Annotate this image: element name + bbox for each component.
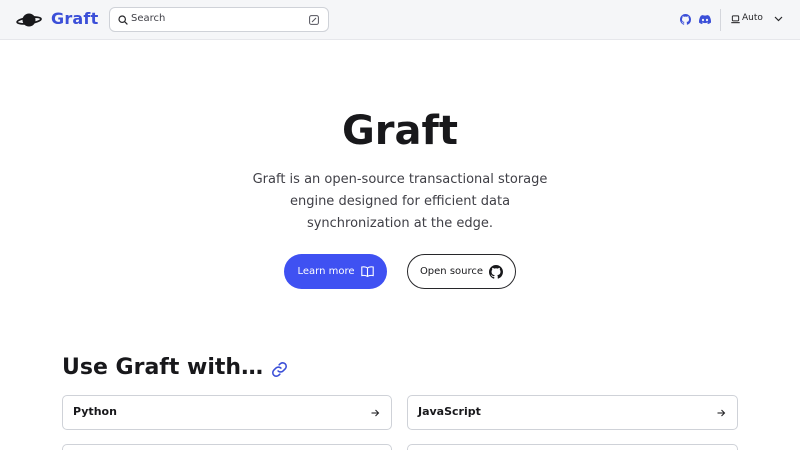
section-heading: Use Graft with…	[62, 355, 288, 380]
search-icon	[118, 15, 128, 25]
card-python[interactable]: Python	[62, 395, 392, 430]
site-header: Graft Search Auto	[0, 0, 800, 40]
github-icon	[489, 264, 504, 279]
theme-select[interactable]: Auto	[731, 11, 789, 27]
github-icon[interactable]	[680, 14, 691, 25]
link-icon[interactable]	[271, 361, 288, 378]
card-label: Python	[73, 405, 117, 418]
planet-logo-icon[interactable]	[16, 10, 42, 30]
discord-icon[interactable]	[699, 14, 711, 25]
header-divider	[720, 9, 721, 31]
page-title: Graft	[341, 108, 459, 154]
arrow-right-icon	[371, 409, 380, 417]
open-source-label: Open source	[419, 266, 484, 277]
section-heading-text: Use Graft with…	[62, 355, 264, 380]
theme-select-value: Auto	[742, 13, 763, 23]
card-partial[interactable]	[62, 444, 392, 450]
chevron-down-icon	[774, 16, 783, 22]
laptop-icon	[731, 15, 740, 24]
keyboard-shortcut-icon	[309, 15, 319, 25]
open-source-button[interactable]: Open source	[407, 254, 516, 289]
hero-tagline: Graft is an open-source transactional st…	[252, 172, 548, 231]
card-partial[interactable]	[407, 444, 738, 450]
brand-name[interactable]: Graft	[51, 9, 98, 28]
search-placeholder: Search	[131, 13, 166, 24]
search-input[interactable]: Search	[109, 7, 329, 32]
learn-more-label: Learn more	[297, 266, 355, 277]
card-javascript[interactable]: JavaScript	[407, 395, 738, 430]
book-icon	[360, 266, 374, 277]
learn-more-button[interactable]: Learn more	[284, 254, 387, 289]
arrow-right-icon	[717, 409, 726, 417]
card-label: JavaScript	[418, 405, 481, 418]
